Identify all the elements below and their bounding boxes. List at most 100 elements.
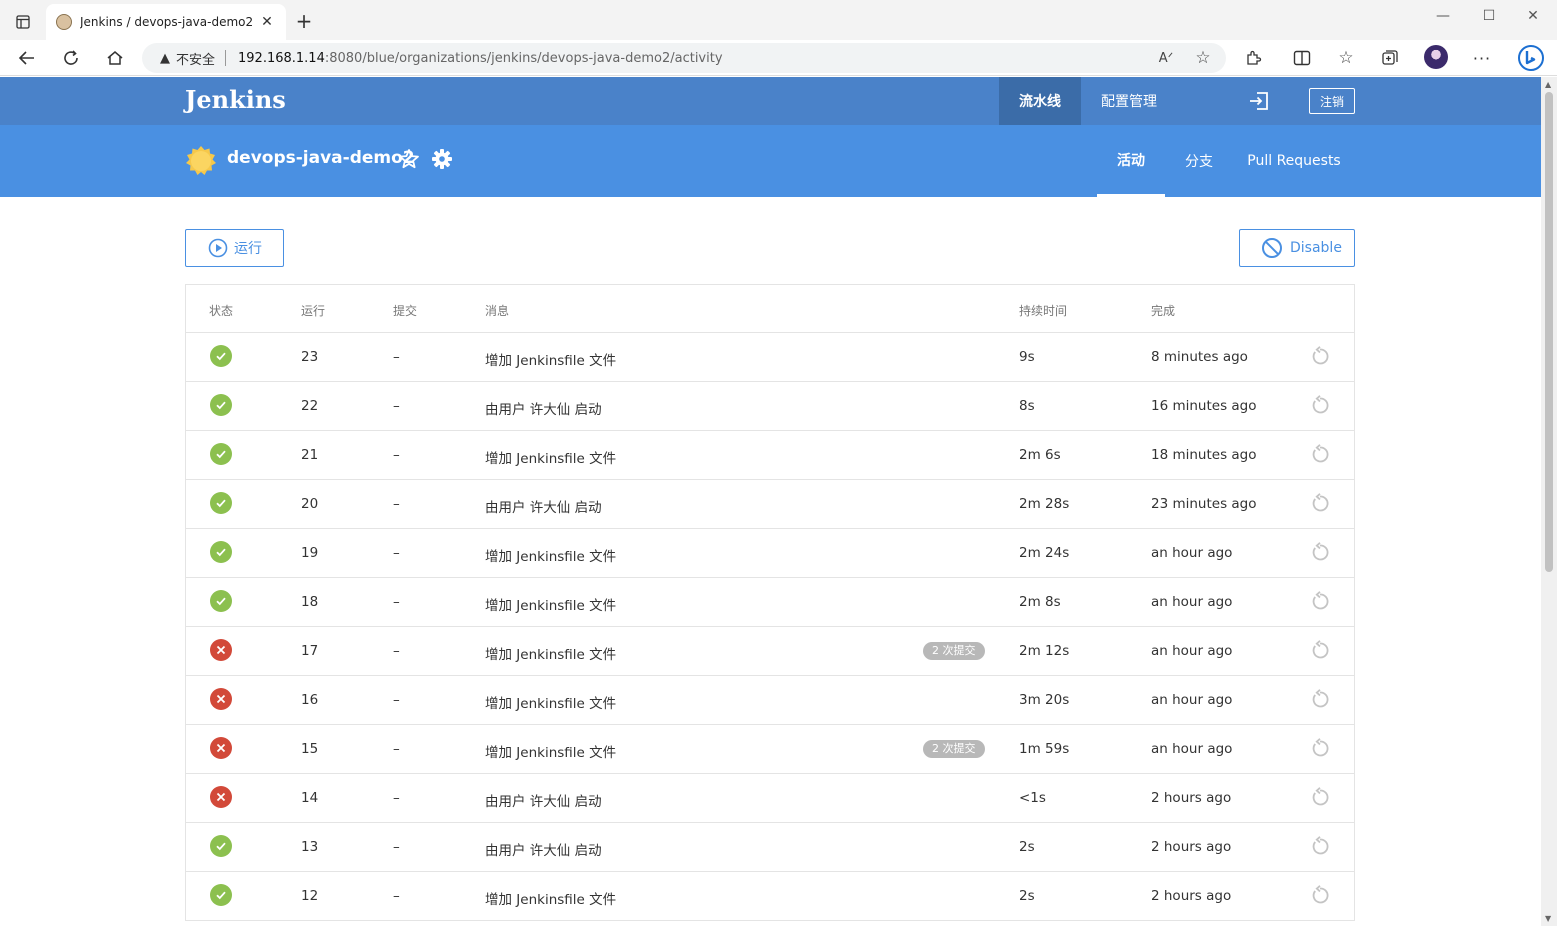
scroll-down-icon[interactable]: ▼ xyxy=(1545,914,1551,923)
run-message: 由用户 许大仙 启动 xyxy=(485,843,602,859)
maximize-icon[interactable]: ☐ xyxy=(1474,8,1504,24)
more-options-icon[interactable]: ··· xyxy=(1471,47,1493,69)
new-tab-icon[interactable]: + xyxy=(294,10,314,32)
favorites-icon[interactable]: ☆ xyxy=(1335,47,1357,69)
table-row[interactable]: 22 – 由用户 许大仙 启动 8s 16 minutes ago xyxy=(186,382,1354,431)
header-duration: 持续时间 xyxy=(1019,304,1068,318)
replay-icon[interactable] xyxy=(1310,493,1330,513)
success-status-icon xyxy=(210,492,232,514)
run-message: 增加 Jenkinsfile 文件 xyxy=(485,353,617,369)
commit-id: – xyxy=(393,790,400,806)
run-duration: 2m 28s xyxy=(1019,496,1070,512)
replay-icon[interactable] xyxy=(1310,395,1330,415)
extensions-icon[interactable] xyxy=(1242,47,1264,69)
table-row[interactable]: 16 – 增加 Jenkinsfile 文件 3m 20s an hour ago xyxy=(186,676,1354,725)
scrollbar-thumb[interactable] xyxy=(1545,92,1553,572)
table-row[interactable]: 12 – 增加 Jenkinsfile 文件 2s 2 hours ago xyxy=(186,872,1354,921)
exit-classic-icon[interactable] xyxy=(1248,91,1270,111)
table-row[interactable]: 19 – 增加 Jenkinsfile 文件 2m 24s an hour ago xyxy=(186,529,1354,578)
table-row[interactable]: 14 – 由用户 许大仙 启动 <1s 2 hours ago xyxy=(186,774,1354,823)
home-icon[interactable] xyxy=(101,45,129,71)
tab-activity[interactable]: 活动 xyxy=(1097,125,1165,197)
minimize-icon[interactable]: — xyxy=(1428,8,1458,24)
run-completed: 18 minutes ago xyxy=(1151,447,1257,463)
project-name[interactable]: devops-java-demo2 xyxy=(227,148,415,168)
nav-administration[interactable]: 配置管理 xyxy=(1101,91,1157,111)
replay-icon[interactable] xyxy=(1310,591,1330,611)
failure-status-icon xyxy=(210,737,232,759)
browser-tab[interactable]: Jenkins / devops-java-demo2 ✕ xyxy=(46,4,286,40)
run-number: 23 xyxy=(301,349,319,365)
run-duration: 2s xyxy=(1019,839,1035,855)
run-message: 由用户 许大仙 启动 xyxy=(485,794,602,810)
run-number: 17 xyxy=(301,643,319,659)
commit-id: – xyxy=(393,447,400,463)
play-icon xyxy=(208,238,228,258)
profile-avatar[interactable] xyxy=(1424,45,1448,69)
jenkins-logo[interactable]: Jenkins xyxy=(185,85,286,114)
run-message: 增加 Jenkinsfile 文件 xyxy=(485,451,617,467)
run-duration: 2m 24s xyxy=(1019,545,1070,561)
run-completed: an hour ago xyxy=(1151,643,1233,659)
run-button[interactable]: 运行 xyxy=(185,229,284,267)
replay-icon[interactable] xyxy=(1310,640,1330,660)
success-status-icon xyxy=(210,443,232,465)
table-row[interactable]: 20 – 由用户 许大仙 启动 2m 28s 23 minutes ago xyxy=(186,480,1354,529)
add-favorite-icon[interactable]: ☆ xyxy=(1192,47,1214,69)
run-completed: 2 hours ago xyxy=(1151,790,1232,806)
run-duration: 3m 20s xyxy=(1019,692,1070,708)
tab-actions-icon[interactable] xyxy=(10,10,36,34)
close-tab-icon[interactable]: ✕ xyxy=(258,14,276,30)
activity-table: 状态 运行 提交 消息 持续时间 完成 23 – 增加 Jenkinsfile 文件… xyxy=(185,284,1355,921)
settings-gear-icon[interactable] xyxy=(431,148,453,170)
tab-branches[interactable]: 分支 xyxy=(1171,125,1227,197)
address-bar[interactable]: ▲ 不安全 192.168.1.14 :8080/blue/organizati… xyxy=(142,43,1226,73)
run-completed: an hour ago xyxy=(1151,741,1233,757)
run-completed: 2 hours ago xyxy=(1151,888,1232,904)
run-message: 增加 Jenkinsfile 文件 xyxy=(485,892,617,908)
run-completed: 2 hours ago xyxy=(1151,839,1232,855)
run-number: 18 xyxy=(301,594,319,610)
replay-icon[interactable] xyxy=(1310,542,1330,562)
tab-pull-requests[interactable]: Pull Requests xyxy=(1241,125,1347,197)
browser-toolbar: ▲ 不安全 192.168.1.14 :8080/blue/organizati… xyxy=(0,40,1557,76)
run-number: 12 xyxy=(301,888,319,904)
header-status: 状态 xyxy=(209,304,234,318)
insecure-label: 不安全 xyxy=(176,52,216,68)
replay-icon[interactable] xyxy=(1310,885,1330,905)
bing-copilot-icon[interactable] xyxy=(1517,44,1545,72)
replay-icon[interactable] xyxy=(1310,346,1330,366)
split-screen-icon[interactable] xyxy=(1291,47,1313,69)
warning-icon: ▲ xyxy=(160,50,170,66)
header-message: 消息 xyxy=(485,304,510,318)
table-row[interactable]: 13 – 由用户 许大仙 启动 2s 2 hours ago xyxy=(186,823,1354,872)
table-row[interactable]: 21 – 增加 Jenkinsfile 文件 2m 6s 18 minutes ago xyxy=(186,431,1354,480)
replay-icon[interactable] xyxy=(1310,787,1330,807)
run-message: 由用户 许大仙 启动 xyxy=(485,402,602,418)
table-row[interactable]: 23 – 增加 Jenkinsfile 文件 9s 8 minutes ago xyxy=(186,333,1354,382)
back-icon[interactable] xyxy=(13,45,41,71)
favorite-star-icon[interactable] xyxy=(398,148,420,170)
window-close-icon[interactable]: ✕ xyxy=(1518,8,1548,24)
signout-button[interactable]: 注销 xyxy=(1309,88,1355,114)
read-aloud-icon[interactable]: Aᐟ xyxy=(1155,47,1177,69)
success-status-icon xyxy=(210,590,232,612)
disable-button[interactable]: Disable xyxy=(1239,229,1355,267)
page-scrollbar[interactable]: ▲ ▼ xyxy=(1541,77,1557,926)
scroll-up-icon[interactable]: ▲ xyxy=(1545,80,1551,89)
table-row[interactable]: 18 – 增加 Jenkinsfile 文件 2m 8s an hour ago xyxy=(186,578,1354,627)
replay-icon[interactable] xyxy=(1310,738,1330,758)
commit-id: – xyxy=(393,888,400,904)
collections-icon[interactable] xyxy=(1379,47,1401,69)
nav-pipelines[interactable]: 流水线 xyxy=(999,77,1081,125)
table-row[interactable]: 17 – 增加 Jenkinsfile 文件 2 次提交 2m 12s an hour a… xyxy=(186,627,1354,676)
run-button-label: 运行 xyxy=(234,241,262,257)
replay-icon[interactable] xyxy=(1310,444,1330,464)
replay-icon[interactable] xyxy=(1310,836,1330,856)
success-status-icon xyxy=(210,345,232,367)
table-row[interactable]: 15 – 增加 Jenkinsfile 文件 2 次提交 1m 59s an hour a… xyxy=(186,725,1354,774)
commit-id: – xyxy=(393,496,400,512)
refresh-icon[interactable] xyxy=(57,45,85,71)
replay-icon[interactable] xyxy=(1310,689,1330,709)
disable-button-label: Disable xyxy=(1290,240,1342,256)
